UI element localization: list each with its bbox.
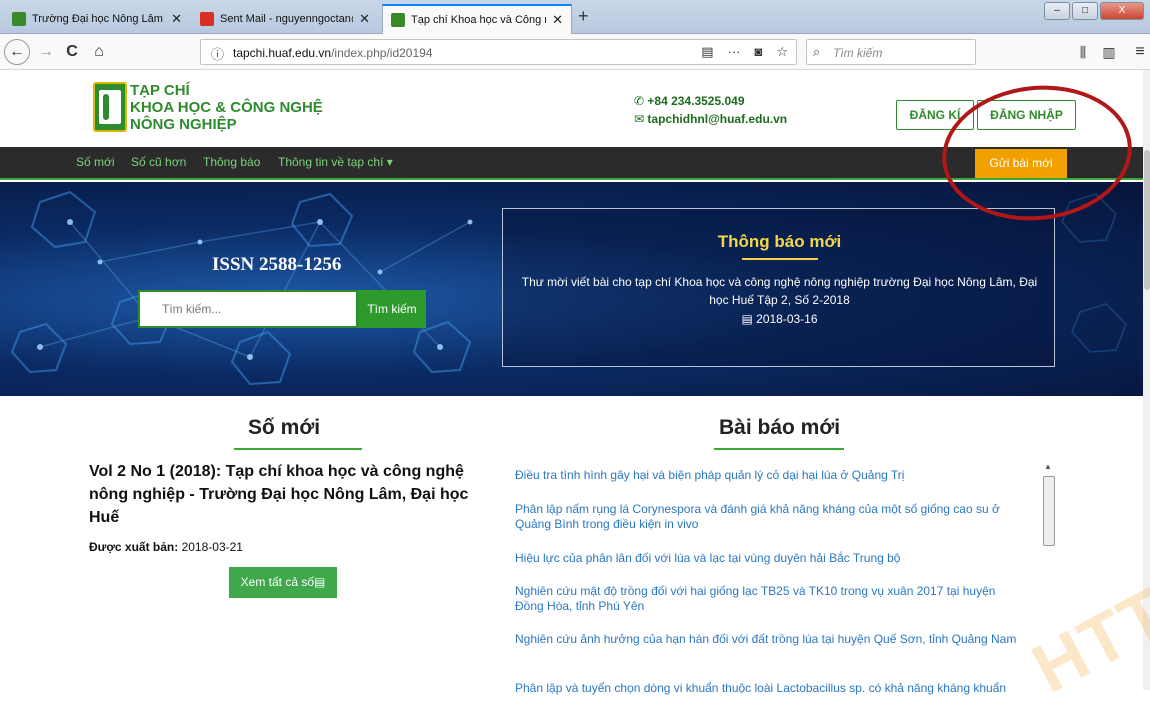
browser-search-input[interactable]: ⌕ Tìm kiếm: [806, 39, 976, 65]
hero-search-button[interactable]: Tìm kiếm: [358, 290, 426, 328]
article-link[interactable]: Nghiên cứu mật độ trồng đối với hai giốn…: [515, 584, 1025, 614]
page-scroll-thumb[interactable]: [1144, 150, 1150, 290]
close-window-button[interactable]: X: [1100, 2, 1144, 20]
browser-tab-active[interactable]: Tạp chí Khoa học và Công nghệ ✕: [382, 4, 572, 34]
contact-info: ✆ +84 234.3525.049 ✉ tapchidhnl@huaf.edu…: [634, 92, 787, 128]
forward-arrow-icon[interactable]: →: [34, 40, 58, 64]
tab-title: Tạp chí Khoa học và Công nghệ: [411, 14, 546, 26]
announcement-link[interactable]: Thư mời viết bài cho tạp chí Khoa học và…: [513, 273, 1046, 309]
back-arrow-icon[interactable]: ←: [4, 39, 30, 65]
announcement-title: Thông báo mới: [717, 232, 842, 251]
journal-logo-text[interactable]: TẠP CHÍ KHOA HỌC & CÔNG NGHỆ NÔNG NGHIỆP: [130, 82, 323, 133]
hero-banner: ISSN 2588-1256 Tìm kiếm... Tìm kiếm Thôn…: [0, 182, 1143, 396]
hero-search-placeholder: Tìm kiếm...: [162, 302, 222, 316]
scroll-up-arrow-icon[interactable]: ▲: [1044, 462, 1052, 471]
site-info-icon[interactable]: ⓘ: [211, 44, 224, 63]
article-link[interactable]: Phân lập nấm rụng lá Corynespora và đánh…: [515, 502, 1025, 532]
article-link[interactable]: Phân lập và tuyển chọn dòng vi khuẩn thu…: [515, 681, 1025, 696]
home-icon[interactable]: ⌂: [87, 40, 111, 64]
nav-item-about-dropdown[interactable]: Thông tin về tạp chí ▾: [278, 155, 393, 169]
more-actions-icon[interactable]: ···: [727, 44, 740, 60]
pocket-icon[interactable]: ◙: [754, 44, 762, 60]
latest-issue-underline: [234, 448, 362, 450]
envelope-icon: ✉: [634, 112, 645, 126]
published-date: 2018-03-21: [181, 540, 243, 554]
latest-issue-title[interactable]: Vol 2 No 1 (2018): Tạp chí khoa học và c…: [89, 460, 469, 529]
phone-icon: ✆: [634, 94, 645, 108]
address-bar-actions: ▤ ··· ◙ ☆: [701, 44, 788, 60]
gmail-favicon-icon: [200, 12, 214, 26]
tab-close-icon[interactable]: ✕: [552, 12, 563, 28]
tab-close-icon[interactable]: ✕: [359, 11, 370, 27]
journal-logo-icon[interactable]: [93, 82, 127, 132]
nav-item-current-issue[interactable]: Số mới: [76, 155, 115, 169]
minimize-button[interactable]: –: [1044, 2, 1070, 20]
library-icon[interactable]: ⫼: [1071, 40, 1095, 64]
menu-icon[interactable]: ≡: [1128, 40, 1150, 64]
tab-close-icon[interactable]: ✕: [171, 11, 182, 27]
reader-view-icon[interactable]: ▤: [701, 44, 713, 60]
phone-number: +84 234.3525.049: [647, 94, 745, 108]
browser-tab[interactable]: Sent Mail - nguyenngoctan@hu ✕: [192, 4, 378, 34]
latest-issue-heading: Số mới: [248, 416, 321, 439]
email-address: tapchidhnl@huaf.edu.vn: [647, 112, 788, 126]
hero-search-input[interactable]: Tìm kiếm...: [138, 290, 358, 328]
book-icon: ▤: [314, 575, 326, 589]
search-icon: ⌕: [813, 44, 821, 59]
browser-tab-strip: Trường Đại học Nông Lâm Huế ✕ Sent Mail …: [0, 0, 1150, 34]
scroll-thumb[interactable]: [1043, 476, 1055, 546]
nav-item-announcements[interactable]: Thông báo: [203, 155, 260, 169]
tab-title: Sent Mail - nguyenngoctan@hu: [220, 13, 353, 25]
tab-favicon-icon: [391, 13, 405, 27]
new-tab-button[interactable]: +: [578, 6, 589, 27]
browser-toolbar: ← → C ⌂ ⓘ tapchi.huaf.edu.vn/index.php/i…: [0, 34, 1150, 70]
tab-favicon-icon: [12, 12, 26, 26]
published-label: Được xuất bản:: [89, 540, 179, 554]
bookmark-star-icon[interactable]: ☆: [776, 44, 788, 60]
maximize-button[interactable]: □: [1072, 2, 1098, 20]
reload-icon[interactable]: C: [60, 40, 84, 64]
calendar-icon: ▤: [741, 312, 753, 326]
sidebar-icon[interactable]: ▥: [1097, 40, 1121, 64]
article-link[interactable]: Nghiên cứu ảnh hưởng của hạn hán đối với…: [515, 632, 1025, 647]
announcement-box: Thông báo mới Thư mời viết bài cho tạp c…: [502, 208, 1055, 367]
announcement-date: ▤ 2018-03-16: [741, 312, 818, 326]
browser-tab[interactable]: Trường Đại học Nông Lâm Huế ✕: [4, 4, 190, 34]
nav-item-archives[interactable]: Số cũ hơn: [131, 155, 186, 169]
recent-articles-underline: [714, 448, 844, 450]
view-all-issues-button[interactable]: Xem tất cả số▤: [229, 567, 337, 598]
search-placeholder: Tìm kiếm: [833, 46, 883, 60]
window-controls: – □ X: [1044, 2, 1144, 20]
announcement-underline: [742, 258, 818, 260]
article-link[interactable]: Điều tra tình hình gây hại và biện pháp …: [515, 468, 1025, 483]
issn-label: ISSN 2588-1256: [212, 254, 342, 275]
url-text: tapchi.huaf.edu.vn/index.php/id20194: [233, 46, 433, 60]
tab-title: Trường Đại học Nông Lâm Huế: [32, 13, 165, 25]
recent-articles-heading: Bài báo mới: [719, 416, 841, 439]
address-bar[interactable]: ⓘ tapchi.huaf.edu.vn/index.php/id20194 ▤…: [200, 39, 797, 65]
article-link[interactable]: Hiệu lực của phân lân đối với lúa và lạc…: [515, 551, 1025, 566]
published-line: Được xuất bản: 2018-03-21: [89, 540, 243, 554]
